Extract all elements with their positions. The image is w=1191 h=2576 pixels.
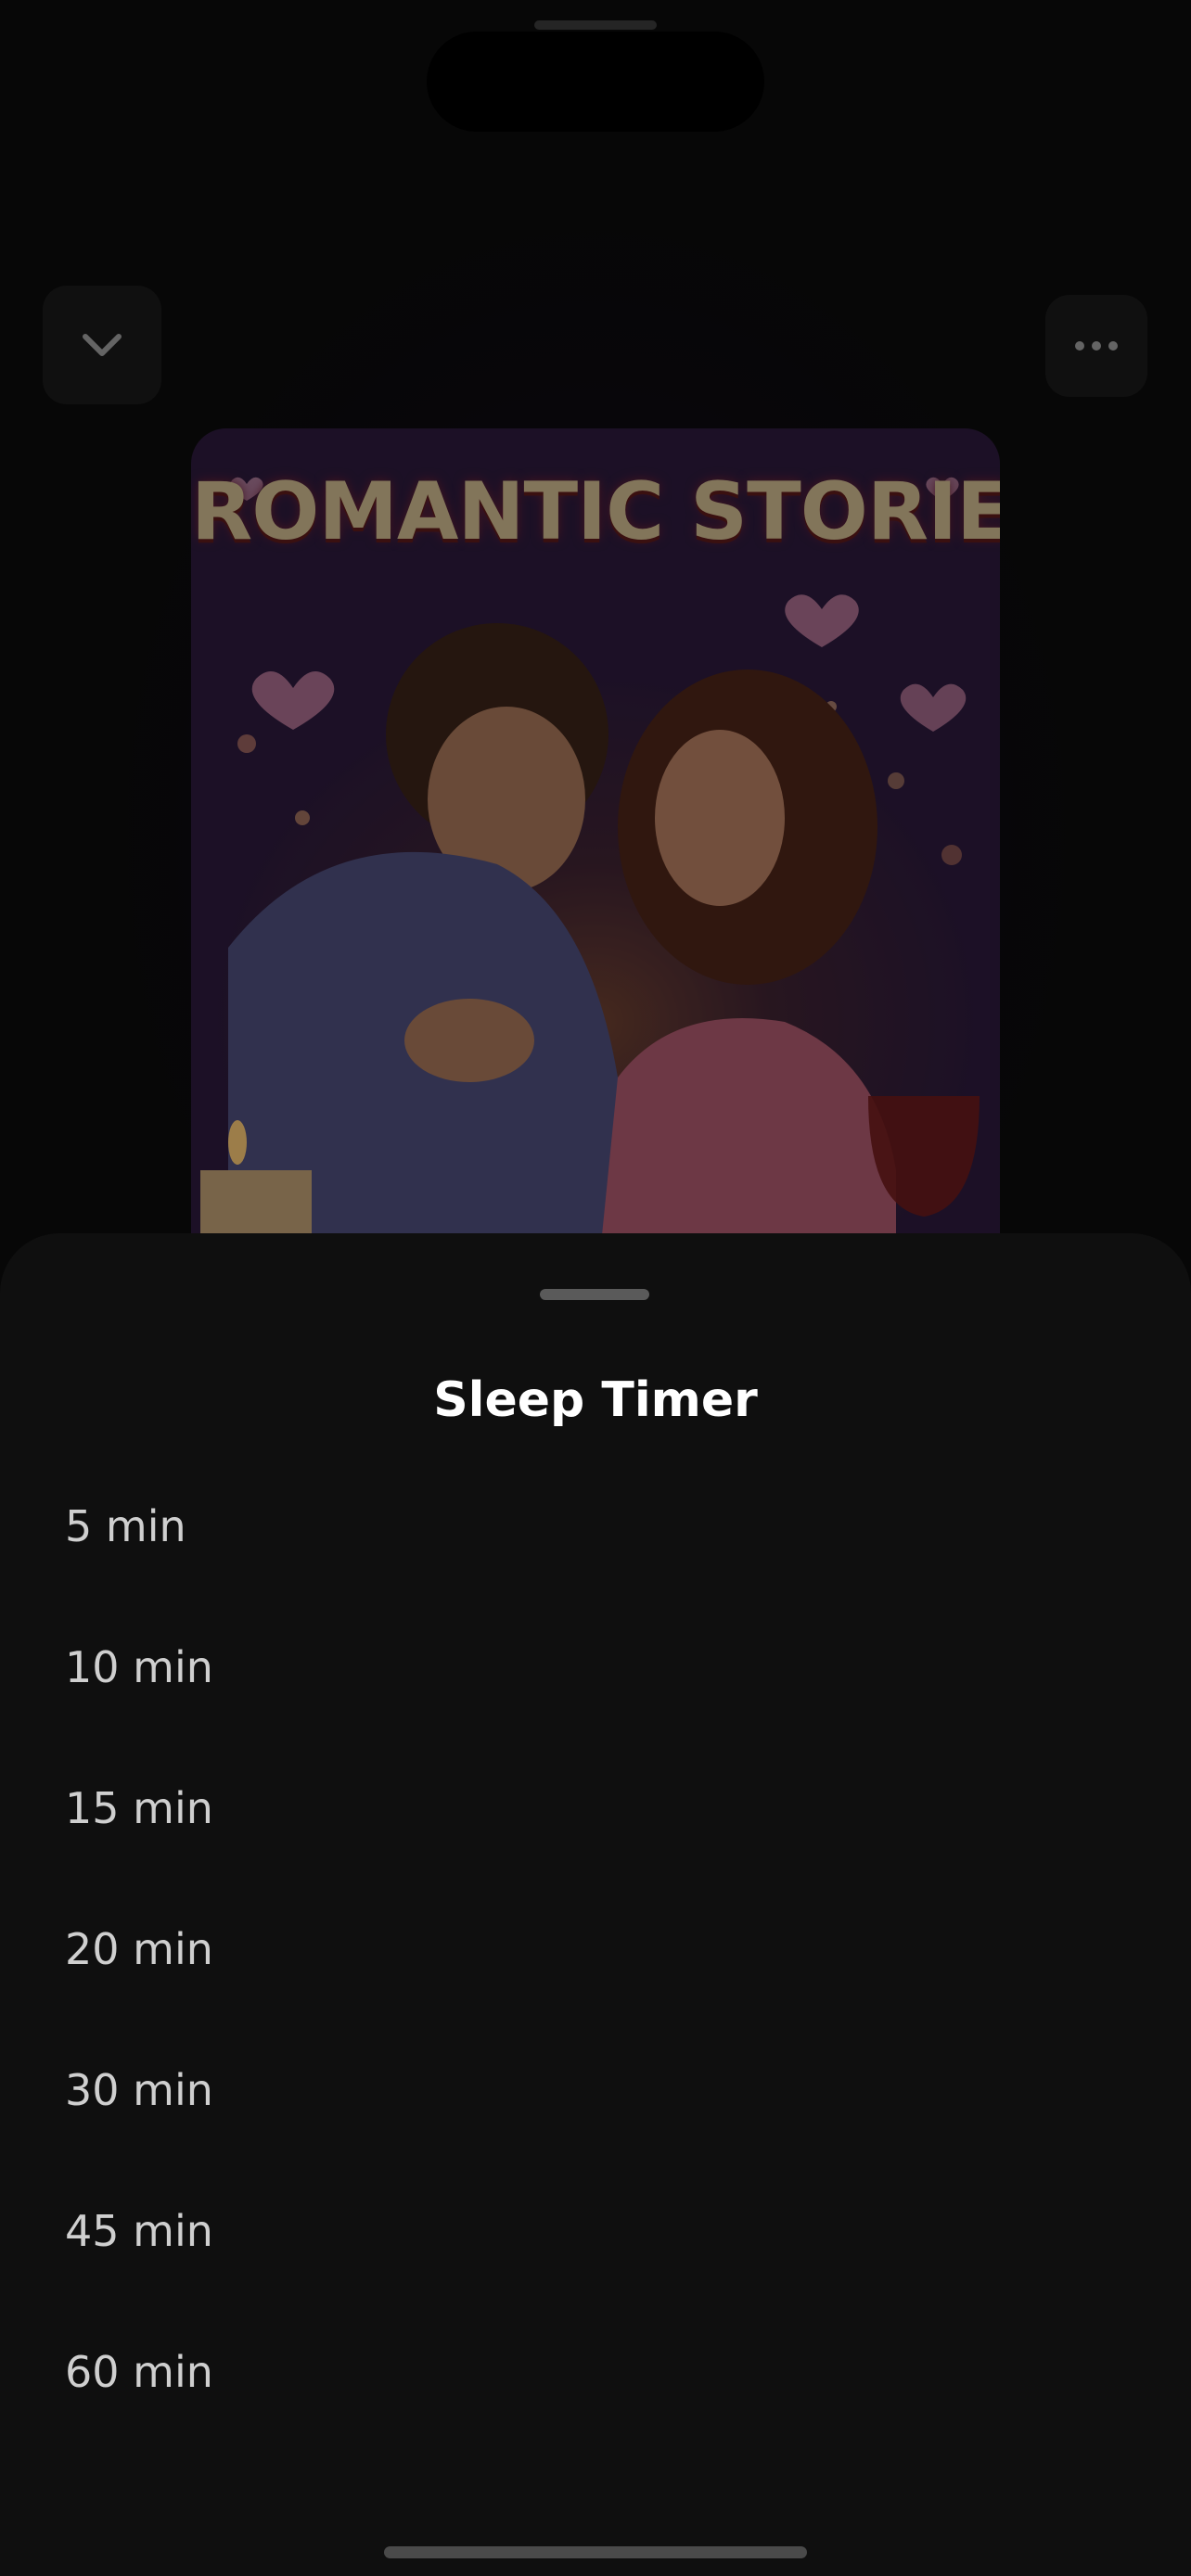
sheet-grabber[interactable] [540,1289,649,1300]
sleep-timer-sheet: Sleep Timer 5 min 10 min 15 min 20 min 3… [0,1233,1191,2576]
collapse-button[interactable] [43,286,161,404]
timer-option-10-min[interactable]: 10 min [0,1597,1191,1738]
timer-options-list: 5 min 10 min 15 min 20 min 30 min 45 min… [0,1456,1191,2442]
timer-option-45-min[interactable]: 45 min [0,2161,1191,2302]
ellipsis-icon [1075,341,1118,351]
dynamic-island [427,32,764,132]
more-options-button[interactable] [1045,295,1147,397]
cover-title: ROMANTIC STORIES [191,465,1000,558]
cover-art: ROMANTIC STORIES [191,428,1000,1263]
top-sheet-handle[interactable] [534,20,657,30]
timer-option-30-min[interactable]: 30 min [0,2020,1191,2161]
chevron-down-icon [83,334,122,356]
timer-option-5-min[interactable]: 5 min [0,1456,1191,1597]
timer-option-60-min[interactable]: 60 min [0,2302,1191,2442]
timer-option-20-min[interactable]: 20 min [0,1879,1191,2020]
sheet-title: Sleep Timer [433,1372,758,1428]
timer-option-15-min[interactable]: 15 min [0,1738,1191,1879]
home-indicator[interactable] [384,2546,807,2558]
